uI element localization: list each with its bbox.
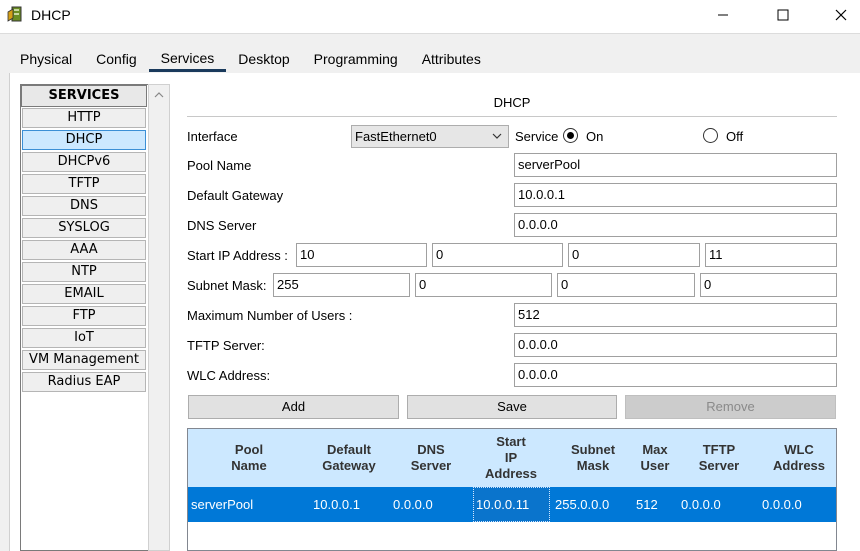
tab-config[interactable]: Config	[84, 46, 148, 72]
close-icon	[835, 9, 847, 21]
services-scrollbar[interactable]	[148, 84, 170, 551]
service-on-radio[interactable]	[563, 128, 578, 143]
pool-name-input[interactable]: serverPool	[514, 153, 837, 177]
tab-desktop[interactable]: Desktop	[226, 46, 301, 72]
interface-select[interactable]: FastEthernet0	[351, 125, 509, 148]
add-button[interactable]: Add	[188, 395, 399, 419]
tftp-server-label: TFTP Server:	[187, 338, 265, 353]
service-item-tftp[interactable]: TFTP	[22, 174, 146, 194]
subnet-mask-octet-1[interactable]: 255	[273, 273, 410, 297]
max-users-input[interactable]: 512	[514, 303, 837, 327]
packet-tracer-server-icon	[7, 6, 22, 22]
column-header-subnet-mask[interactable]: Subnet Mask	[554, 429, 632, 487]
subnet-mask-octet-2[interactable]: 0	[415, 273, 552, 297]
minimize-icon	[718, 14, 728, 16]
column-header-tftp-server[interactable]: TFTP Server	[680, 429, 758, 487]
interface-label: Interface	[187, 129, 238, 144]
column-header-pool-name[interactable]: Pool Name	[208, 429, 290, 487]
minimize-button[interactable]	[700, 0, 746, 30]
tab-programming[interactable]: Programming	[302, 46, 410, 72]
close-button[interactable]	[818, 0, 860, 30]
start-ip-octet-4[interactable]: 11	[705, 243, 837, 267]
chevron-down-icon	[492, 133, 502, 139]
dns-server-label: DNS Server	[187, 218, 257, 233]
wlc-address-input[interactable]: 0.0.0.0	[514, 363, 837, 387]
interface-value: FastEthernet0	[355, 129, 437, 144]
tab-physical[interactable]: Physical	[8, 46, 84, 72]
window-title: DHCP	[31, 7, 71, 23]
service-off-label: Off	[726, 129, 744, 144]
tab-attributes[interactable]: Attributes	[410, 46, 493, 72]
service-item-iot[interactable]: IoT	[22, 328, 146, 348]
service-item-ftp[interactable]: FTP	[22, 306, 146, 326]
dns-server-input[interactable]: 0.0.0.0	[514, 213, 837, 237]
service-item-dhcpv6[interactable]: DHCPv6	[22, 152, 146, 172]
cell-tftp-server[interactable]: 0.0.0.0	[681, 487, 721, 522]
start-ip-octet-3[interactable]: 0	[568, 243, 700, 267]
column-header-dns-server[interactable]: DNS Server	[394, 429, 468, 487]
cell-max-user[interactable]: 512	[636, 487, 658, 522]
cell-pool-name[interactable]: serverPool	[191, 487, 253, 522]
service-label: Service	[515, 129, 559, 144]
column-header-default-gateway[interactable]: Default Gateway	[308, 429, 390, 487]
start-ip-label: Start IP Address :	[187, 248, 288, 263]
service-item-radius-eap[interactable]: Radius EAP	[22, 372, 146, 392]
column-header-start-ip[interactable]: Start IP Address	[472, 429, 550, 487]
max-users-label: Maximum Number of Users :	[187, 308, 353, 323]
service-item-dns[interactable]: DNS	[22, 196, 146, 216]
remove-button[interactable]: Remove	[625, 395, 836, 419]
default-gateway-label: Default Gateway	[187, 188, 284, 203]
wlc-address-label: WLC Address:	[187, 368, 271, 383]
cell-dns-server[interactable]: 0.0.0.0	[393, 487, 433, 522]
service-item-http[interactable]: HTTP	[22, 108, 146, 128]
tab-bar: Physical Config Services Desktop Program…	[8, 46, 493, 72]
dhcp-section-title: DHCP	[493, 95, 531, 110]
service-on-label: On	[586, 129, 604, 144]
service-item-aaa[interactable]: AAA	[22, 240, 146, 260]
tftp-server-input[interactable]: 0.0.0.0	[514, 333, 837, 357]
chevron-up-icon	[154, 92, 164, 98]
start-ip-octet-2[interactable]: 0	[432, 243, 563, 267]
scroll-up-button[interactable]	[149, 85, 169, 105]
column-header-wlc-address[interactable]: WLC Address	[760, 429, 838, 487]
section-divider	[187, 116, 837, 117]
cell-subnet-mask[interactable]: 255.0.0.0	[555, 487, 609, 522]
cell-wlc-address[interactable]: 0.0.0.0	[762, 487, 802, 522]
service-off-radio[interactable]	[703, 128, 718, 143]
subnet-mask-label: Subnet Mask:	[187, 278, 267, 293]
cell-start-ip[interactable]: 10.0.0.11	[473, 487, 550, 522]
service-item-email[interactable]: EMAIL	[22, 284, 146, 304]
service-item-vm-management[interactable]: VM Management	[22, 350, 146, 370]
maximize-button[interactable]	[760, 0, 806, 30]
pool-name-label: Pool Name	[187, 158, 252, 173]
cell-default-gateway[interactable]: 10.0.0.1	[313, 487, 360, 522]
title-bar: DHCP	[0, 0, 860, 33]
maximize-icon	[777, 9, 789, 21]
service-item-syslog[interactable]: SYSLOG	[22, 218, 146, 238]
services-header: SERVICES	[21, 85, 147, 107]
subnet-mask-octet-3[interactable]: 0	[557, 273, 695, 297]
service-item-ntp[interactable]: NTP	[22, 262, 146, 282]
tab-services[interactable]: Services	[148, 46, 227, 72]
column-header-max-user[interactable]: Max User	[634, 429, 676, 487]
default-gateway-input[interactable]: 10.0.0.1	[514, 183, 837, 207]
subnet-mask-octet-4[interactable]: 0	[700, 273, 837, 297]
save-button[interactable]: Save	[407, 395, 617, 419]
service-item-dhcp[interactable]: DHCP	[22, 130, 146, 150]
start-ip-octet-1[interactable]: 10	[296, 243, 427, 267]
